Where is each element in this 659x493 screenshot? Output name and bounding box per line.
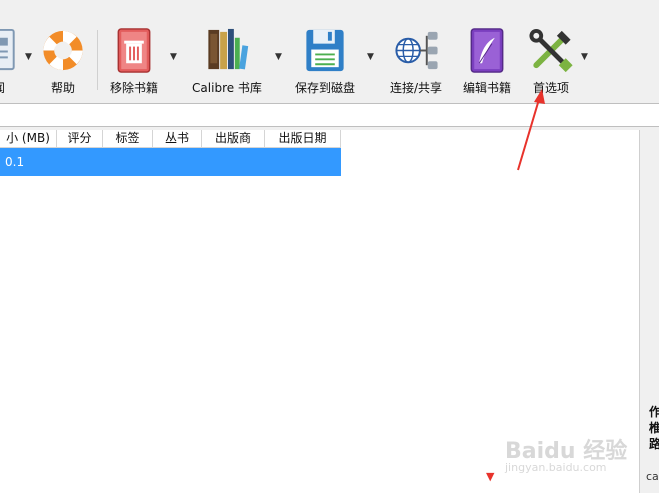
toolbar-label-calibre-library: Calibre 书库	[192, 81, 262, 95]
edit-book-icon	[470, 28, 504, 73]
library-dropdown-arrow-icon[interactable]: ▼	[275, 52, 282, 62]
toolbar-separator	[97, 30, 98, 90]
baidu-watermark: Baidu 经验 jingyan.baidu.com	[505, 433, 627, 474]
remove-dropdown-arrow-icon[interactable]: ▼	[170, 52, 177, 62]
details-label-line: 作	[649, 405, 659, 419]
column-header-pubdate[interactable]: 出版日期	[265, 130, 341, 147]
table-header: 小 (MB) 评分 标签 丛书 出版商 出版日期	[0, 130, 341, 148]
toolbar-label-edit-book: 编辑书籍	[462, 81, 511, 95]
column-header-rating[interactable]: 评分	[57, 130, 103, 147]
cell-size: 0.1	[5, 155, 25, 169]
toolbar-label-news: 闻	[0, 79, 5, 96]
search-input[interactable]	[0, 103, 659, 127]
column-header-size[interactable]: 小 (MB)	[0, 130, 57, 147]
toolbar-label-remove-books: 移除书籍	[109, 81, 158, 95]
news-dropdown-arrow-icon[interactable]: ▼	[25, 52, 32, 62]
toolbar-button-calibre-library[interactable]: Calibre 书库	[189, 26, 265, 96]
help-lifebuoy-icon	[43, 30, 83, 71]
toolbar-button-edit-book[interactable]: 编辑书籍	[461, 26, 513, 96]
toolbar-button-connect-share[interactable]: 连接/共享	[387, 26, 445, 96]
column-header-series[interactable]: 丛书	[153, 130, 202, 147]
toolbar: 闻 ▼ 帮助 移除书籍 ▼	[0, 0, 659, 100]
toolbar-label-help: 帮助	[50, 81, 75, 95]
save-disk-icon	[306, 29, 344, 72]
preferences-dropdown-arrow-icon[interactable]: ▼	[581, 52, 588, 62]
connect-share-icon	[395, 31, 438, 70]
details-label-line: 椎	[649, 421, 659, 435]
toolbar-button-help[interactable]: 帮助	[38, 26, 88, 96]
toolbar-label-save-to-disk: 保存到磁盘	[294, 81, 355, 95]
news-icon	[0, 28, 15, 71]
details-code: ca	[646, 470, 659, 483]
toolbar-button-save-to-disk[interactable]: 保存到磁盘	[293, 26, 357, 96]
save-dropdown-arrow-icon[interactable]: ▼	[367, 52, 374, 62]
toolbar-button-remove-books[interactable]: 移除书籍	[108, 26, 160, 96]
remove-books-icon	[117, 28, 151, 73]
toolbar-label-connect-share: 连接/共享	[389, 81, 443, 95]
toolbar-button-news[interactable]: 闻	[0, 26, 24, 96]
details-label-line: 路	[649, 437, 659, 451]
annotation-arrow-icon	[517, 89, 545, 171]
table-row[interactable]: 0.1	[0, 148, 341, 176]
column-header-tags[interactable]: 标签	[103, 130, 153, 147]
preferences-tools-icon	[529, 28, 573, 73]
library-books-icon	[208, 28, 249, 70]
column-header-publisher[interactable]: 出版商	[202, 130, 265, 147]
red-marker-icon: ▼	[486, 470, 495, 483]
details-labels: 作 椎 路	[649, 404, 659, 452]
watermark-url: jingyan.baidu.com	[505, 461, 607, 474]
